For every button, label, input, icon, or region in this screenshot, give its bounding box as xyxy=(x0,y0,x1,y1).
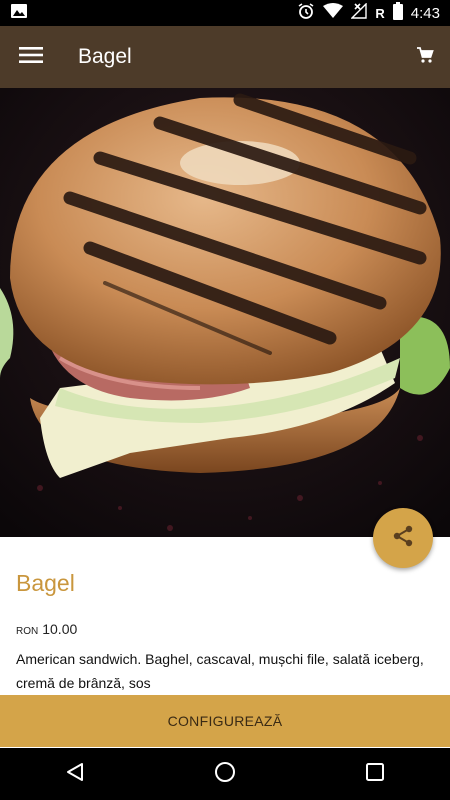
menu-button[interactable] xyxy=(0,26,62,88)
product-image xyxy=(0,88,450,537)
nav-back-button[interactable] xyxy=(45,748,105,800)
system-nav-bar xyxy=(0,748,450,800)
back-icon xyxy=(65,762,85,787)
wifi-icon xyxy=(323,2,344,24)
share-icon xyxy=(392,525,414,552)
status-bar: R 4:43 xyxy=(0,0,450,26)
battery-icon xyxy=(392,1,403,25)
nav-recents-button[interactable] xyxy=(345,748,405,800)
status-time: 4:43 xyxy=(410,4,440,22)
product-description: American sandwich. Baghel, cascaval, muș… xyxy=(16,651,424,691)
share-button[interactable] xyxy=(373,508,433,568)
price-currency: RON xyxy=(16,626,39,637)
status-left xyxy=(10,3,28,24)
recents-icon xyxy=(366,762,384,786)
page-title: Bagel xyxy=(78,45,132,68)
status-right: R 4:43 xyxy=(297,1,440,25)
alarm-icon xyxy=(297,2,315,25)
product-details: Bagel RON 10.00 American sandwich. Baghe… xyxy=(16,560,436,695)
app-bar: Bagel xyxy=(0,26,450,88)
price-row: RON 10.00 xyxy=(16,621,436,637)
shopping-cart-icon xyxy=(416,46,434,69)
network-type-label: R xyxy=(375,5,385,21)
configure-button-label: CONFIGUREAZĂ xyxy=(167,713,283,729)
hamburger-menu-icon xyxy=(19,46,43,69)
cart-button[interactable] xyxy=(400,26,450,88)
configure-button[interactable]: CONFIGUREAZĂ xyxy=(0,695,450,747)
product-title: Bagel xyxy=(16,570,75,596)
nav-home-button[interactable] xyxy=(195,748,255,800)
signal-icon xyxy=(350,1,368,24)
home-icon xyxy=(214,761,236,788)
image-icon xyxy=(10,3,28,24)
price-value: 10.00 xyxy=(42,621,78,637)
